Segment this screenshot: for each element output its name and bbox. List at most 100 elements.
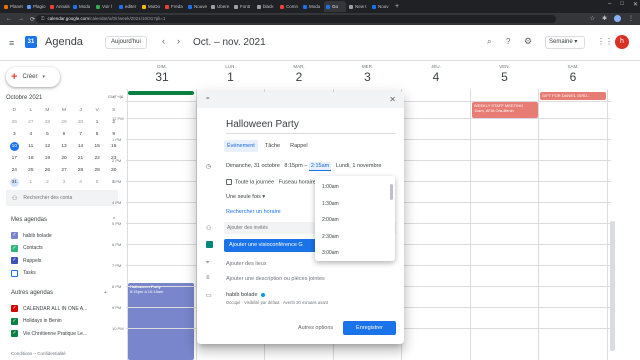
mini-day[interactable]: 25 (23, 165, 40, 176)
browser-tab[interactable]: Modu (301, 1, 323, 12)
calendar-checkbox[interactable]: ✓ (11, 232, 18, 239)
prev-period-button[interactable]: ‹ (162, 36, 165, 46)
mini-day[interactable]: 19 (39, 153, 56, 164)
organizer-row[interactable]: habib bolade (226, 292, 265, 298)
allday-event[interactable] (128, 91, 194, 95)
calendar-checkbox[interactable] (11, 269, 18, 277)
mini-day[interactable]: 28 (39, 117, 56, 128)
repeat-select[interactable]: Une seule fois ▾ (226, 194, 265, 200)
browser-tab[interactable]: Planet (2, 1, 24, 12)
day-header[interactable]: VEN. 5 (471, 61, 539, 84)
day-number[interactable]: 3 (334, 70, 402, 84)
apps-grid-icon[interactable]: ⋮⋮ (597, 37, 613, 46)
profile-avatar[interactable] (614, 15, 621, 22)
my-calendars-title[interactable]: Mes agendas (11, 217, 47, 223)
app-title[interactable]: Agenda (45, 36, 83, 48)
browser-tab[interactable]: black (255, 1, 277, 12)
mini-day[interactable]: 1 (89, 117, 106, 128)
timezone-link[interactable]: Fuseau horaire (279, 179, 316, 185)
day-number[interactable]: 2 (265, 70, 333, 84)
people-search[interactable]: ⚇ Rechercher des conta (6, 190, 118, 206)
sun-event[interactable]: Halloween Party 8:15pm à 10:15am (128, 283, 194, 360)
mini-day[interactable]: 29 (56, 117, 73, 128)
browser-tab[interactable]: Nouve (186, 1, 208, 12)
mini-day[interactable]: 21 (72, 153, 89, 164)
browser-tab[interactable]: Fontr (232, 1, 254, 12)
save-button[interactable]: Enregistrer (343, 321, 396, 335)
browser-tab[interactable]: editer (117, 1, 139, 12)
browser-tab[interactable]: Freda (163, 1, 185, 12)
mini-day[interactable]: 31 (9, 178, 19, 187)
mini-day[interactable]: 27 (56, 165, 73, 176)
dropdown-scrollbar[interactable] (390, 184, 393, 200)
browser-tab[interactable]: Comn (278, 1, 300, 12)
account-avatar[interactable]: h (615, 35, 629, 49)
calendar-checkbox[interactable]: ✓ (11, 317, 18, 325)
mini-day[interactable]: 26 (6, 117, 23, 128)
mini-day[interactable]: 20 (56, 153, 73, 164)
mini-day[interactable]: 8 (89, 129, 106, 140)
mini-day[interactable]: 22 (89, 153, 106, 164)
star-icon[interactable]: ☆ (590, 15, 595, 22)
mini-day[interactable]: 3 (6, 129, 23, 140)
mini-day[interactable]: 5 (89, 177, 106, 188)
add-meet-button[interactable]: Ajouter une visioconférence G (224, 239, 318, 252)
sat-event[interactable]: GIFT FOR DANIEL GIRD... (540, 92, 606, 100)
forward-button[interactable]: → (18, 16, 24, 22)
calendar-list-item[interactable]: ✓ Rappels (11, 257, 41, 264)
start-time[interactable]: 8:15pm (284, 163, 302, 169)
reload-button[interactable]: ⟳ (30, 16, 35, 23)
calendar-checkbox[interactable]: ✓ (11, 244, 18, 252)
browser-tab[interactable]: Plagio (25, 1, 47, 12)
settings-icon[interactable]: ⚙ (524, 36, 532, 47)
new-tab-button[interactable]: + (395, 3, 399, 10)
mini-day[interactable]: 12 (39, 141, 56, 152)
mini-day[interactable]: 13 (56, 141, 73, 152)
description-input[interactable]: Ajouter une description ou pièces jointe… (226, 276, 325, 282)
event-title-input[interactable]: Halloween Party (226, 119, 396, 134)
location-input[interactable]: Ajouter des lieux (226, 261, 267, 267)
back-button[interactable]: ← (6, 16, 12, 22)
window-close-button[interactable]: ✕ (633, 1, 638, 8)
mini-day[interactable]: 17 (6, 153, 23, 164)
footer-links[interactable]: Conditions – Confidentialité (11, 351, 66, 356)
mini-day[interactable]: 5 (39, 129, 56, 140)
day-header[interactable]: JEU. 4 (402, 61, 470, 84)
event-type-tab[interactable]: Rappel (287, 140, 310, 152)
mini-day[interactable]: 7 (72, 129, 89, 140)
close-icon[interactable]: ✕ (389, 95, 396, 104)
today-button[interactable]: Aujourd'hui (105, 36, 147, 49)
day-header[interactable]: DIM. 31 (128, 61, 196, 84)
maximize-button[interactable]: □ (620, 1, 624, 8)
browser-tab[interactable]: Go (324, 1, 346, 12)
time-option[interactable]: 2:30am (322, 234, 339, 240)
calendar-list-item[interactable]: ✓ CALENDAR ALL IN ONE A... (11, 305, 87, 312)
help-icon[interactable]: ? (506, 37, 510, 46)
end-date[interactable]: Lundi, 1 novembre (336, 163, 382, 169)
event-type-tab[interactable]: Tâche (262, 140, 283, 152)
mini-day[interactable]: 11 (23, 141, 40, 152)
day-number[interactable]: 31 (128, 70, 196, 84)
mini-day[interactable]: 4 (72, 177, 89, 188)
mini-day[interactable]: 14 (72, 141, 89, 152)
minimize-button[interactable]: – (608, 1, 611, 8)
mini-day[interactable]: 2 (39, 177, 56, 188)
mini-day[interactable]: 29 (89, 165, 106, 176)
allday-checkbox[interactable] (226, 179, 232, 185)
mini-day[interactable]: 18 (23, 153, 40, 164)
calendar-list-item[interactable]: ✓ Vie Chrétienne Pratique Le... (11, 330, 87, 337)
calendar-checkbox[interactable]: ✓ (11, 305, 18, 312)
day-header[interactable]: SAM. 6 (539, 61, 607, 84)
mini-day[interactable]: 24 (6, 165, 23, 176)
browser-tab[interactable]: Ubere (209, 1, 231, 12)
time-option[interactable]: 2:00am (322, 217, 339, 223)
mini-day[interactable]: 30 (72, 117, 89, 128)
extensions-icon[interactable]: ✱ (602, 15, 607, 22)
browser-tab[interactable]: MoDo (140, 1, 162, 12)
calendar-checkbox[interactable]: ✓ (11, 330, 18, 337)
browser-tab[interactable]: New t (347, 1, 369, 12)
drag-handle-icon[interactable]: = (206, 96, 210, 102)
day-number[interactable]: 6 (539, 70, 607, 84)
calendar-list-item[interactable]: ✓ habib bolade (11, 232, 52, 239)
start-date[interactable]: Dimanche, 31 octobre (226, 163, 280, 169)
